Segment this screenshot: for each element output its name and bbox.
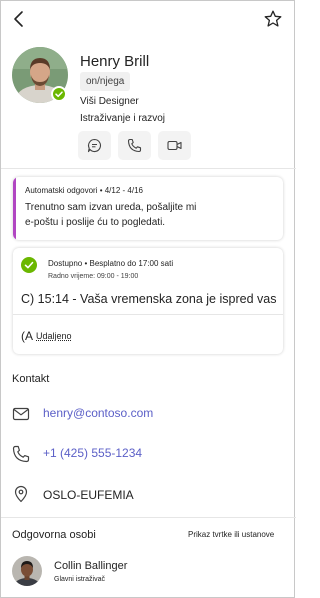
- card-divider: [13, 314, 283, 315]
- department: Istraživanje i razvoj: [80, 113, 166, 124]
- video-icon: [167, 140, 182, 151]
- star-icon[interactable]: [263, 9, 283, 29]
- profile-card-frame: Henry Brill on/njega Viši Designer Istra…: [0, 0, 296, 598]
- working-hours: Radno vrijeme: 09:00 - 19:00: [48, 273, 139, 280]
- chat-button[interactable]: [78, 131, 111, 160]
- video-call-button[interactable]: [158, 131, 191, 160]
- work-location-icon: (A: [21, 329, 33, 343]
- location-pin-icon: [14, 485, 28, 503]
- manager-name[interactable]: Collin Ballinger: [54, 560, 127, 572]
- profile-name: Henry Brill: [80, 53, 150, 70]
- job-title: Viši Designer: [80, 96, 139, 107]
- availability-status: Dostupno • Besplatno do 17:00 sati: [48, 259, 174, 268]
- section-divider: [1, 517, 296, 518]
- pronouns-badge: on/njega: [80, 72, 131, 91]
- auto-reply-header: Automatski odgovori • 4/12 - 4/16: [25, 186, 143, 195]
- call-button[interactable]: [118, 131, 151, 160]
- phone-icon: [12, 445, 30, 463]
- presence-badge: [51, 86, 67, 102]
- reports-to-heading: Odgovorna osobi: [12, 529, 96, 541]
- chat-icon: [87, 138, 101, 153]
- org-chart-link[interactable]: Prikaz tvrtke ili ustanove: [188, 530, 274, 539]
- manager-title: Glavni istraživač: [54, 576, 105, 583]
- auto-reply-message-line1: Trenutno sam izvan ureda, pošaljite mi: [25, 202, 197, 213]
- manager-avatar[interactable]: [12, 556, 42, 586]
- contact-heading: Kontakt: [12, 373, 50, 385]
- mail-icon: [12, 407, 30, 421]
- section-divider: [1, 168, 296, 169]
- auto-reply-card: Automatski odgovori • 4/12 - 4/16 Trenut…: [13, 177, 283, 240]
- auto-reply-accent-bar: [13, 177, 16, 240]
- email-link[interactable]: henry@contoso.com: [43, 406, 153, 420]
- top-bar: [1, 1, 296, 37]
- auto-reply-message-line2: e-poštu i poslije ću to pogledati.: [25, 217, 166, 228]
- chevron-left-icon[interactable]: [10, 9, 28, 29]
- availability-card: Dostupno • Besplatno do 17:00 sati Radno…: [13, 248, 283, 354]
- work-location: Udaljeno: [36, 331, 72, 341]
- available-check-icon: [21, 257, 37, 273]
- timezone-info: C) 15:14 - Vaša vremenska zona je ispred…: [21, 292, 277, 306]
- office-location: OSLO-EUFEMIA: [43, 488, 134, 502]
- phone-link[interactable]: +1 (425) 555-1234: [43, 446, 142, 460]
- phone-icon: [127, 138, 142, 153]
